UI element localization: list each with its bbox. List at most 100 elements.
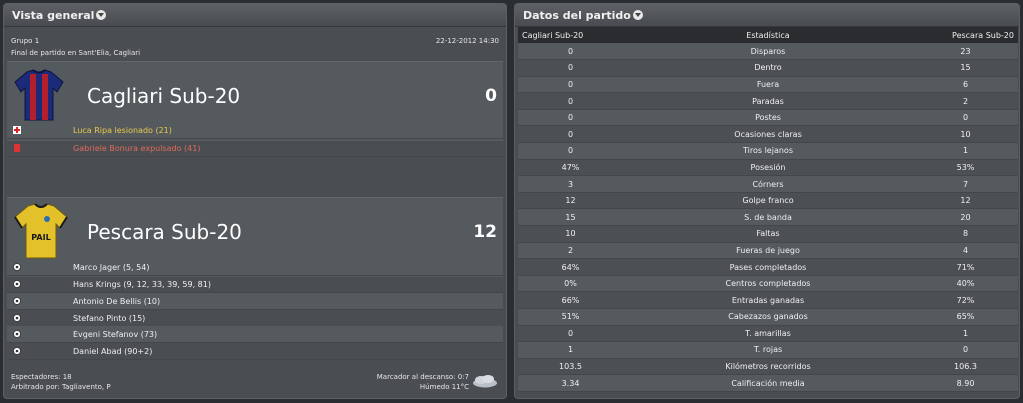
stat-away-value: 4 [913,242,1018,260]
red-card-icon [14,144,20,152]
event-text[interactable]: Gabriele Bonura expulsado (41) [73,144,200,153]
stat-home-value: 2 [518,242,623,260]
stat-away-value: 20 [913,208,1018,227]
match-datetime: 22-12-2012 14:30 [435,37,499,45]
dropdown-arrow-icon[interactable] [632,10,643,20]
overview-header[interactable]: Vista general [4,4,506,27]
stat-label: T. amarillas [623,325,913,343]
stat-home-value: 64% [518,258,623,276]
stat-row: 12 Golpe franco 12 [518,192,1018,210]
stat-away-value: 8 [913,225,1018,243]
stat-home-value: 1 [518,341,623,359]
stat-label: Kilómetros recorridos [623,358,913,376]
stats-table: Cagliari Sub-20 Estadística Pescara Sub-… [518,27,1018,392]
stat-home-value: 12 [518,192,623,210]
home-team-score: 0 [485,86,497,106]
dropdown-arrow-icon[interactable] [96,10,107,20]
stat-label: Golpe franco [623,192,913,210]
shirt-sponsor: PAIL [31,233,50,242]
scorer-text[interactable]: Antonio De Bellis (10) [73,297,160,306]
halftime-score: Marcador al descanso: 0:7 [376,373,469,381]
stat-row: 1 T. rojas 0 [518,341,1018,359]
stat-label: Dentro [623,59,913,77]
stat-label: Pases completados [623,258,913,276]
stat-home-value: 3.34 [518,374,623,392]
scorer-text[interactable]: Marco Jager (5, 54) [73,263,149,272]
away-team-score: 12 [473,222,497,242]
home-event-row: Luca Ripa lesionado (21) [7,122,503,139]
stat-away-value: 15 [913,59,1018,77]
away-team-name[interactable]: Pescara Sub-20 [87,220,242,244]
column-header-home[interactable]: Cagliari Sub-20 [518,27,623,43]
stat-row: 10 Faltas 8 [518,225,1018,243]
stat-row: 103.5 Kilómetros recorridos 106.3 [518,358,1018,376]
stat-row: 3 Córners 7 [518,175,1018,193]
stat-away-value: 53% [913,159,1018,177]
stat-home-value: 0 [518,109,623,127]
stat-home-value: 66% [518,291,623,309]
stat-away-value: 106.3 [913,358,1018,376]
scorer-row: Hans Krings (9, 12, 33, 39, 59, 81) [7,276,503,293]
stat-home-value: 0 [518,43,623,61]
scorer-text[interactable]: Evgeni Stefanov (73) [73,330,157,339]
referee-label[interactable]: Arbitrado por: Tagliavento, P [11,382,111,392]
venue-row: Final de partido en Sant'Elia, Cagliari [11,49,499,57]
stat-away-value: 2 [913,92,1018,110]
stat-label: Tiros lejanos [623,142,913,160]
stat-label: Fueras de juego [623,242,913,260]
scorer-text[interactable]: Hans Krings (9, 12, 33, 39, 59, 81) [73,280,211,289]
stat-home-value: 15 [518,208,623,227]
injury-icon [13,126,21,134]
stat-label: Córners [623,175,913,193]
stat-label: Posesión [623,159,913,177]
home-shirt-icon [14,69,64,121]
column-header-stat: Estadística [623,27,913,43]
home-team-name[interactable]: Cagliari Sub-20 [87,84,240,108]
scorer-row: Marco Jager (5, 54) [7,259,503,276]
stat-label: Calificación media [623,374,913,392]
stat-row: 0 Disparos 23 [518,43,1018,61]
stat-home-value: 0 [518,59,623,77]
stat-away-value: 65% [913,308,1018,326]
stat-away-value: 1 [913,325,1018,343]
stat-home-value: 10 [518,225,623,243]
stat-away-value: 7 [913,175,1018,193]
ball-icon [13,297,21,305]
scorer-text[interactable]: Daniel Abad (90+2) [73,347,152,356]
stat-label: Fuera [623,76,913,94]
stat-away-value: 12 [913,192,1018,210]
column-header-away[interactable]: Pescara Sub-20 [913,27,1018,43]
stats-title: Datos del partido [523,8,631,22]
stats-header[interactable]: Datos del partido [515,4,1019,27]
stat-away-value: 40% [913,275,1018,293]
stat-home-value: 103.5 [518,358,623,376]
stat-label: Ocasiones claras [623,125,913,144]
stat-label: Entradas ganadas [623,291,913,309]
group-label: Grupo 1 [11,37,40,45]
stat-home-value: 0% [518,275,623,293]
stat-away-value: 0 [913,341,1018,359]
stat-row: 0 T. amarillas 1 [518,325,1018,343]
match-footer-left: Espectadores: 18 Arbitrado por: Tagliave… [11,372,111,392]
scorer-row: Daniel Abad (90+2) [7,343,503,360]
stat-row: 47% Posesión 53% [518,159,1018,177]
stat-row: 0 Dentro 15 [518,59,1018,77]
ball-icon [13,330,21,338]
match-footer-right: Marcador al descanso: 0:7 Húmedo 11°C [377,372,469,392]
stat-row: 0 Tiros lejanos 1 [518,142,1018,160]
scorer-text[interactable]: Stefano Pinto (15) [73,314,145,323]
event-text[interactable]: Luca Ripa lesionado (21) [73,126,172,135]
match-meta: Grupo 1 22-12-2012 14:30 [11,37,499,45]
stat-row: 2 Fueras de juego 4 [518,242,1018,260]
stat-label: S. de banda [623,208,913,227]
ball-icon [13,314,21,322]
stat-row: 66% Entradas ganadas 72% [518,291,1018,309]
scorer-row: Evgeni Stefanov (73) [7,326,503,343]
stat-label: Postes [623,109,913,127]
away-shirt-icon: PAIL [14,203,68,259]
overview-panel: Vista general Grupo 1 22-12-2012 14:30 F… [3,3,507,399]
stat-row: 0 Ocasiones claras 10 [518,125,1018,144]
match-stats-panel: Datos del partido Cagliari Sub-20 Estadí… [514,3,1020,399]
ball-icon [13,280,21,288]
stat-label: Centros completados [623,275,913,293]
